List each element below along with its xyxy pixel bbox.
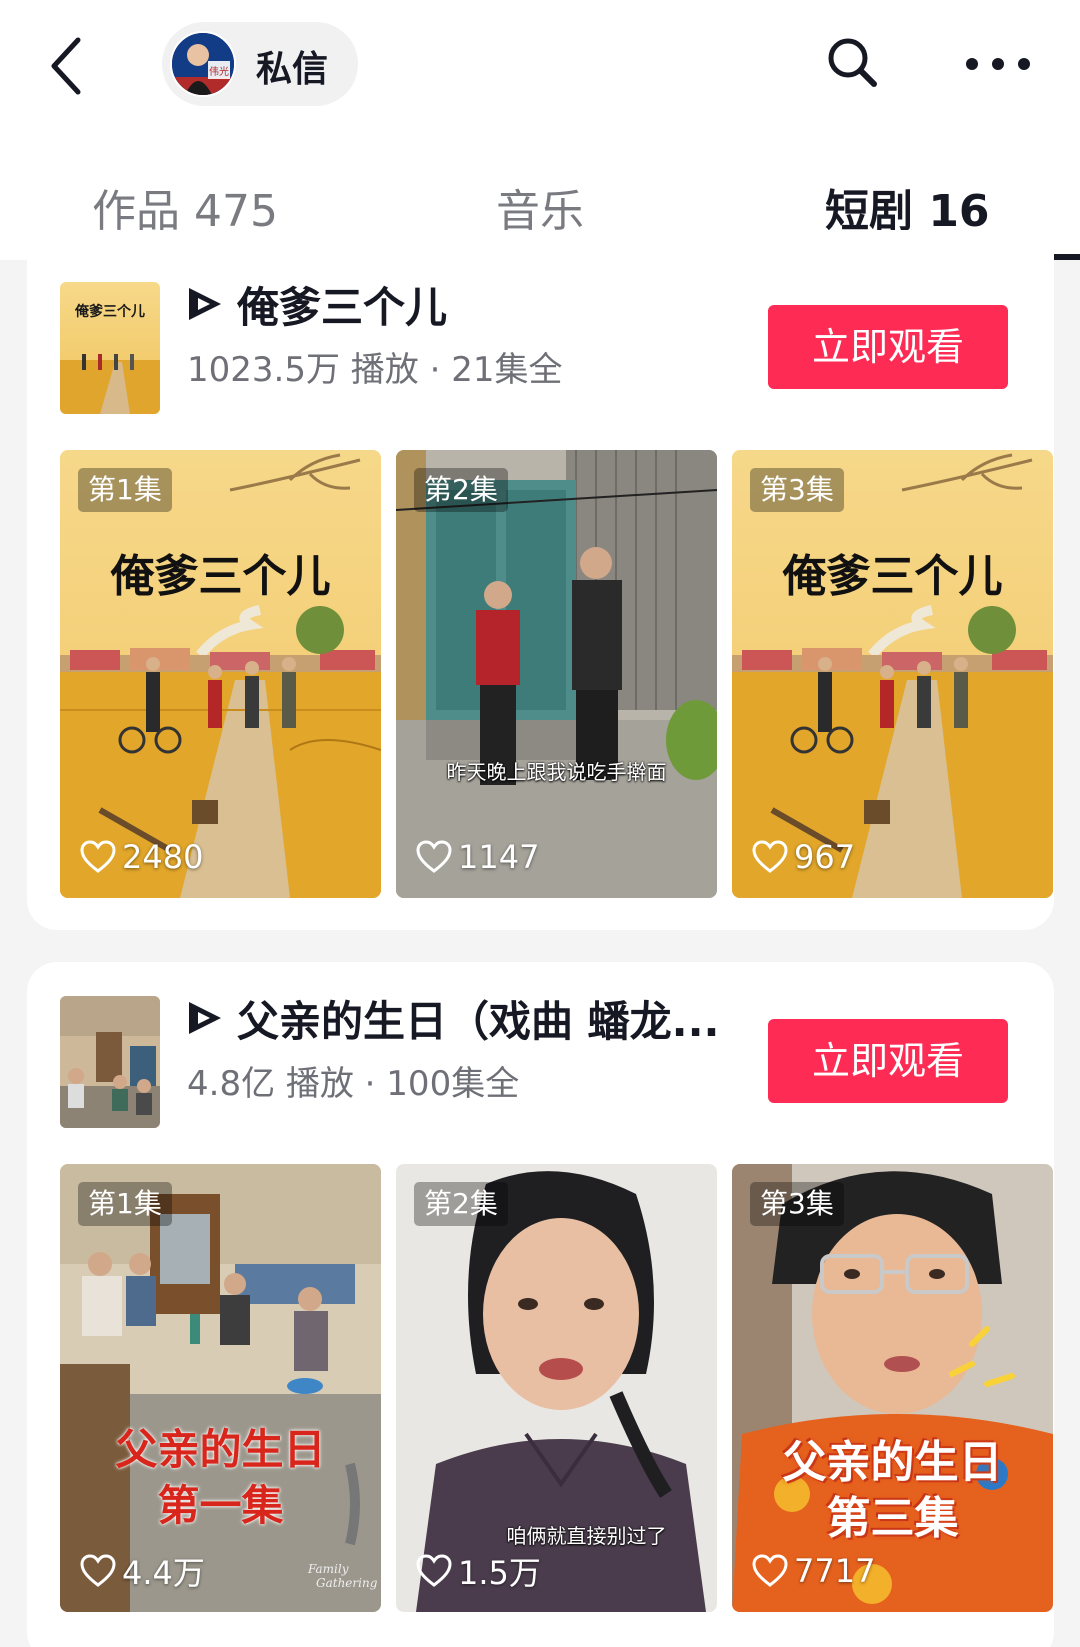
likes-count: 1.5万 [458,1554,541,1592]
heart-icon [416,840,452,873]
chevron-left-icon [51,37,81,95]
episode-likes: 967 [752,835,855,879]
heart-icon [752,1554,788,1587]
episode-cover [60,1164,381,1612]
series-stats: 1023.5万 播放 · 21集全 [187,350,563,390]
top-bar: 伟光 私信 [0,0,1080,130]
more-button[interactable] [960,42,1036,86]
likes-count: 4.4万 [122,1554,205,1592]
series-title-row[interactable]: 父亲的生日（戏曲 蟠龙... [185,990,720,1046]
episode-number-badge: 第2集 [414,468,508,512]
episode-title: 俺爹三个儿 [110,551,331,602]
series-cover[interactable]: 俺爹三个儿 [60,282,160,414]
episode-tile[interactable]: 父亲的生日 第一集 Family Gathering 第1集 4.4万 [60,1164,381,1612]
episode-subtitle: 昨天晚上跟我说吃手擀面 [446,760,667,784]
episode-number-badge: 第1集 [78,1182,172,1226]
dm-label: 私信 [256,49,329,90]
heart-icon [80,840,116,873]
episode-number-badge: 第3集 [750,468,844,512]
episode-tile[interactable]: 昨天晚上跟我说吃手擀面 第2集 1147 [396,450,717,898]
cover-title: 俺爹三个儿 [74,303,145,320]
poster-title: 父亲的生日 [782,1437,1003,1488]
episode-number-badge: 第3集 [750,1182,844,1226]
heart-icon [752,840,788,873]
episode-cover [60,450,381,898]
search-icon [828,38,877,87]
watch-now-button[interactable]: 立即观看 [768,1019,1008,1103]
short-drama-play-icon [189,288,221,320]
avatar-text: 伟光 [209,65,229,78]
watermark-line1: Family [308,1562,349,1576]
back-button[interactable] [40,28,100,104]
series-cover[interactable] [60,996,160,1128]
episode-number-badge: 第2集 [414,1182,508,1226]
episode-tile[interactable]: 俺爹三个儿 第3集 967 [732,450,1053,898]
search-button[interactable] [820,30,884,94]
watermark-line2: Gathering [316,1576,378,1590]
likes-count: 967 [794,838,856,876]
episode-likes: 4.4万 [80,1549,205,1593]
heart-icon [80,1554,116,1587]
likes-count: 1147 [458,838,540,876]
episode-cover [732,450,1053,898]
direct-message-button[interactable]: 伟光 私信 [162,22,358,106]
episode-tile[interactable]: 咱俩就直接别过了 第2集 1.5万 [396,1164,717,1612]
episode-cover [396,450,717,898]
episode-tile[interactable]: 俺爹三个儿 第1集 2480 [60,450,381,898]
likes-count: 2480 [122,838,204,876]
series-title: 父亲的生日（戏曲 蟠龙... [237,996,720,1046]
series-title-row[interactable]: 俺爹三个儿 [185,276,447,332]
poster-episode: 第一集 [157,1481,284,1530]
episode-subtitle: 咱俩就直接别过了 [506,1524,667,1548]
poster-episode: 第三集 [826,1493,959,1544]
series-stats: 4.8亿 播放 · 100集全 [187,1064,520,1104]
heart-icon [416,1554,452,1587]
avatar: 伟光 [170,31,236,97]
episode-likes: 7717 [752,1549,875,1593]
episode-tile[interactable]: 父亲的生日 第三集 第3集 7717 [732,1164,1053,1612]
series-title: 俺爹三个儿 [237,282,448,332]
episode-likes: 2480 [80,835,203,879]
short-drama-play-icon [189,1002,221,1034]
episode-number-badge: 第1集 [78,468,172,512]
likes-count: 7717 [794,1552,876,1590]
episode-likes: 1147 [416,835,539,879]
episode-likes: 1.5万 [416,1549,541,1593]
more-horizontal-icon [966,58,1030,70]
episode-title: 俺爹三个儿 [782,551,1003,602]
series-card: 父亲的生日（戏曲 蟠龙... 4.8亿 播放 · 100集全 立即观看 父亲的生… [27,962,1054,1647]
watch-now-button[interactable]: 立即观看 [768,305,1008,389]
poster-title: 父亲的生日 [115,1425,326,1474]
series-card: 俺爹三个儿 俺爹三个儿 1023.5万 播放 · 21集全 立即观看 俺爹三个儿… [27,230,1054,930]
